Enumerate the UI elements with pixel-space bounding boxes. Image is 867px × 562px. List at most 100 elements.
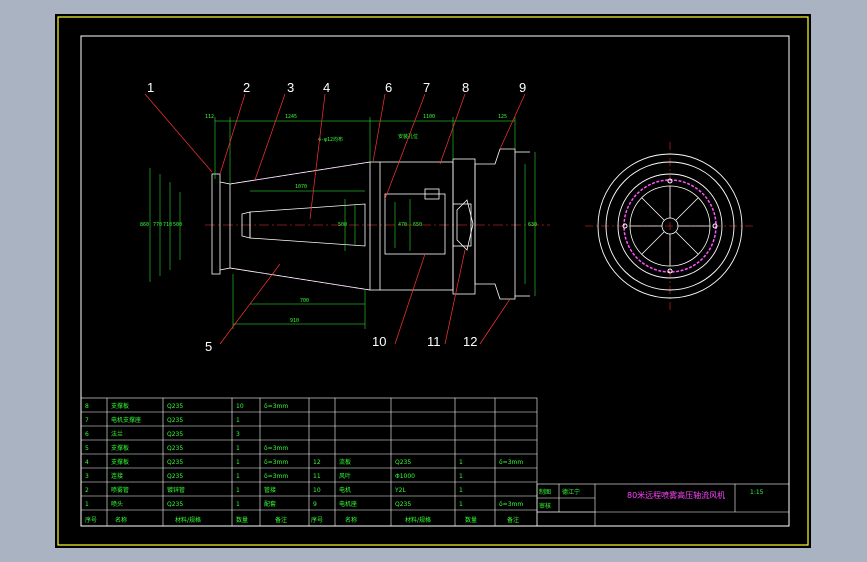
- bom-cell: 支撑板: [111, 444, 129, 452]
- cad-drawing: 112 1245 1100 125 1070 4-φ12均布 安装孔位 700 …: [57, 16, 809, 546]
- bom-cell: 1: [85, 501, 89, 508]
- bom-cell: 11: [313, 473, 321, 480]
- bom-cell: 3: [236, 431, 240, 438]
- bom-cell: Q235: [167, 473, 183, 480]
- bom-cell: 6: [85, 431, 89, 438]
- bom-cell: Q235: [167, 501, 183, 508]
- dim-v1: 860: [140, 222, 149, 228]
- bom-cell: 1: [459, 501, 463, 508]
- bom-cell: 1: [236, 501, 240, 508]
- drawing-sheet: 112 1245 1100 125 1070 4-φ12均布 安装孔位 700 …: [55, 14, 811, 548]
- label-5: 5: [205, 339, 212, 354]
- label-1: 1: [147, 80, 154, 95]
- bom-cell: 支撑板: [111, 402, 129, 410]
- main-cylinder: [369, 161, 454, 291]
- dim-top-mid: 1245: [285, 114, 297, 120]
- inner-frame: [80, 35, 790, 527]
- label-12: 12: [463, 334, 477, 349]
- bom-cell: 10: [236, 403, 244, 410]
- dim-bot2: 910: [290, 318, 299, 324]
- bom-cell: Q235: [167, 403, 183, 410]
- bom-cell: 9: [313, 501, 317, 508]
- school-name: 德江宁: [562, 488, 580, 496]
- label-3: 3: [287, 80, 294, 95]
- bom-table: [80, 397, 790, 527]
- dim-inner: 1070: [295, 184, 307, 190]
- bom-cell: 12: [313, 459, 321, 466]
- bom-cell: 风叶: [339, 472, 351, 480]
- bom-cell: 5: [85, 445, 89, 452]
- bom-cell: 喷雾管: [111, 486, 129, 494]
- bom-cell: Q235: [395, 501, 411, 508]
- bom-header: 备注: [507, 516, 519, 524]
- dim-bot1: 700: [300, 298, 309, 304]
- bom-header: 名称: [115, 516, 127, 524]
- bom-cell: 连接: [111, 472, 123, 480]
- bom-cell: δ=3mm: [264, 473, 288, 480]
- bom-cell: 支撑板: [111, 458, 129, 466]
- dim-top-left: 112: [205, 114, 214, 120]
- bom-header: 材料/规格: [405, 516, 431, 524]
- label-9: 9: [519, 80, 526, 95]
- bom-header: 数量: [465, 516, 477, 524]
- bom-cell: 10: [313, 487, 321, 494]
- bom-header: 材料/规格: [175, 516, 201, 524]
- dim-v5: 500: [338, 222, 347, 228]
- leaders: [144, 93, 526, 345]
- bom-cell: Φ1000: [395, 473, 415, 480]
- bom-cell: δ=3mm: [499, 501, 523, 508]
- bom-cell: Q235: [167, 431, 183, 438]
- label-2: 2: [243, 80, 250, 95]
- outlet-bell: [474, 148, 516, 300]
- viewport: 112 1245 1100 125 1070 4-φ12均布 安装孔位 700 …: [0, 0, 867, 562]
- fan-side-view: [211, 148, 530, 300]
- bom-cell: 电机: [339, 486, 351, 494]
- label-4: 4: [323, 80, 330, 95]
- bom-cell: 电机座: [339, 500, 357, 508]
- label-11: 11: [427, 334, 441, 349]
- bom-header: 数量: [236, 516, 248, 524]
- dim-v3: 710: [163, 222, 172, 228]
- bom-cell: 2: [85, 487, 89, 494]
- nozzle-flange: [211, 173, 221, 275]
- bom-cell: δ=3mm: [264, 459, 288, 466]
- bom-cell: 1: [236, 487, 240, 494]
- dim-top-right: 1100: [423, 114, 435, 120]
- bom-header: 序号: [85, 516, 97, 524]
- bom-cell: δ=3mm: [264, 445, 288, 452]
- bom-cell: 3: [85, 473, 89, 480]
- bom-cell: Q235: [167, 445, 183, 452]
- bom-cell: 1: [459, 473, 463, 480]
- label-10: 10: [372, 334, 386, 349]
- bom-cell: 配套: [264, 500, 276, 508]
- bom-cell: 电机支撑座: [111, 416, 141, 424]
- bom-cell: 1: [459, 487, 463, 494]
- bom-cell: 8: [85, 403, 89, 410]
- bom-cell: δ=3mm: [264, 403, 288, 410]
- label-8: 8: [462, 80, 469, 95]
- bom-cell: 法兰: [111, 430, 123, 438]
- dim-v8: 630: [528, 222, 537, 228]
- bom-text: 8 支撑板 Q235 10 δ=3mm 7 电机支撑座 Q235 1 6 法兰 Q235 3 5 支撑板 Q2…: [85, 402, 523, 524]
- bom-cell: Q235: [395, 459, 411, 466]
- dim-top-far: 125: [498, 114, 507, 120]
- fan-front-view: [585, 142, 755, 310]
- bom-cell: 管接: [264, 486, 276, 494]
- bom-cell: 1: [236, 417, 240, 424]
- bom-header: 名称: [345, 516, 357, 524]
- bom-cell: 1: [236, 459, 240, 466]
- dim-holes: 4-φ12均布: [318, 136, 343, 143]
- dim-v6: 470: [398, 222, 407, 228]
- bom-cell: 镀锌管: [167, 486, 185, 494]
- drawing-title: 80米远程喷雾高压轴流风机: [627, 490, 725, 500]
- design-label: 制图: [539, 488, 551, 496]
- bom-cell: 1: [236, 473, 240, 480]
- bom-cell: 1: [236, 445, 240, 452]
- check-label: 审核: [539, 502, 551, 510]
- bom-cell: 4: [85, 459, 89, 466]
- bom-cell: 喷头: [111, 500, 123, 508]
- drawing-scale: 1:15: [750, 489, 764, 496]
- bom-cell: 1: [459, 459, 463, 466]
- dim-v7: 650: [413, 222, 422, 228]
- bom-header: 备注: [275, 516, 287, 524]
